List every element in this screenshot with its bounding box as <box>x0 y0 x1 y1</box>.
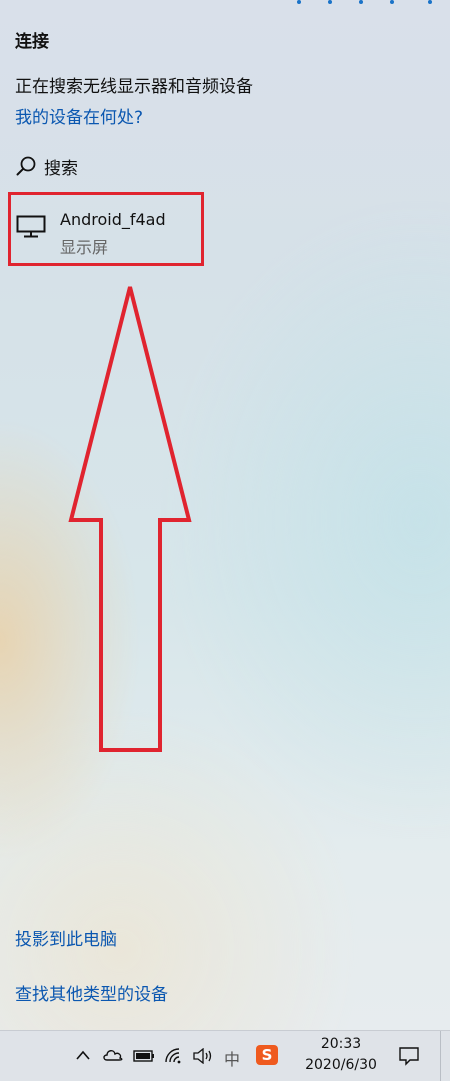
taskbar-clock[interactable]: 20:33 2020/6/30 <box>296 1034 386 1076</box>
search-button[interactable]: 搜索 <box>15 153 78 179</box>
progress-dot <box>428 0 432 4</box>
monitor-icon <box>16 215 46 238</box>
action-center-icon[interactable] <box>398 1046 420 1066</box>
input-method-indicator[interactable]: 中 <box>224 1046 240 1070</box>
progress-dot <box>328 0 332 4</box>
project-to-this-pc-link[interactable]: 投影到此电脑 <box>15 925 117 950</box>
device-type: 显示屏 <box>60 238 109 257</box>
search-progress-dots <box>0 0 450 8</box>
search-icon <box>16 156 36 176</box>
progress-dot <box>297 0 301 4</box>
device-item-android[interactable]: Android_f4ad 显示屏 <box>8 192 204 266</box>
red-arrow-annotation <box>68 286 192 752</box>
device-name: Android_f4ad <box>60 210 166 229</box>
clock-time: 20:33 <box>320 1036 362 1052</box>
clock-date: 2020/6/30 <box>305 1057 377 1073</box>
progress-dot <box>359 0 363 4</box>
progress-dot <box>390 0 394 4</box>
taskbar: 中 S 20:33 2020/6/30 <box>0 1030 450 1081</box>
search-label: 搜索 <box>44 158 78 179</box>
find-other-devices-link[interactable]: 查找其他类型的设备 <box>15 980 168 1005</box>
panel-title: 连接 <box>15 32 49 52</box>
battery-icon[interactable] <box>133 1048 155 1064</box>
searching-status: 正在搜索无线显示器和音频设备 <box>15 77 253 97</box>
volume-icon[interactable] <box>192 1048 214 1064</box>
sogou-ime-icon[interactable]: S <box>256 1045 278 1065</box>
wifi-icon[interactable] <box>164 1048 184 1064</box>
show-desktop-button[interactable] <box>440 1031 441 1081</box>
onedrive-cloud-icon[interactable] <box>102 1047 124 1063</box>
where-is-my-device-link[interactable]: 我的设备在何处? <box>15 103 143 128</box>
chevron-up-icon[interactable] <box>75 1048 91 1064</box>
